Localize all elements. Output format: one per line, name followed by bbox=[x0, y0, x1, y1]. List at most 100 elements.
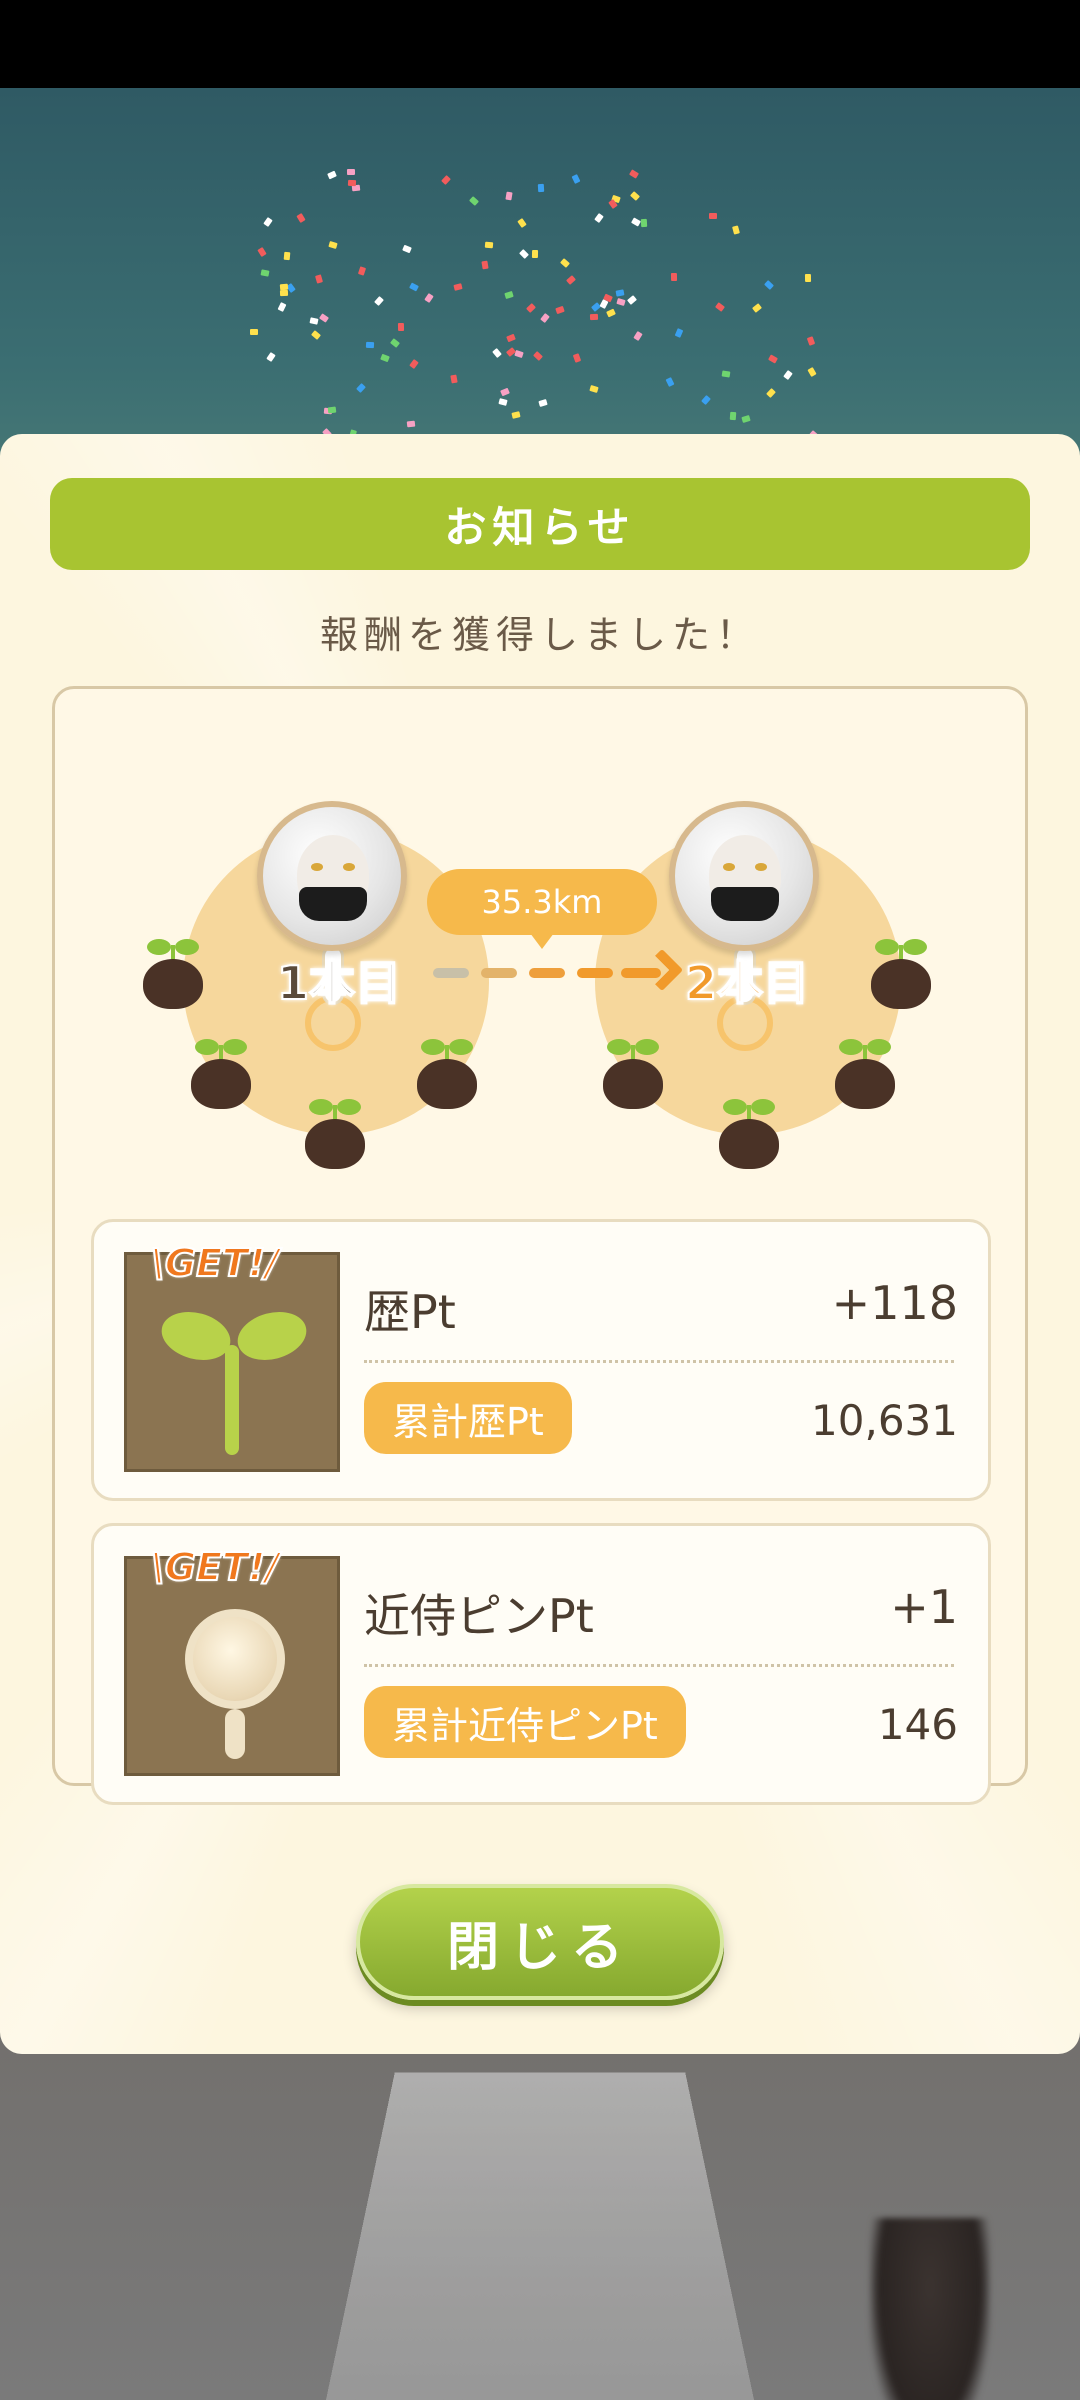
confetti-piece bbox=[708, 213, 717, 220]
confetti-piece bbox=[721, 370, 731, 378]
confetti-piece bbox=[752, 302, 763, 313]
confetti-piece bbox=[807, 367, 817, 377]
confetti-piece bbox=[615, 289, 625, 297]
confetti-piece bbox=[257, 246, 267, 257]
confetti-piece bbox=[279, 289, 289, 296]
confetti-piece bbox=[389, 338, 400, 349]
sprout-reward-icon: \GET!/ bbox=[124, 1240, 340, 1472]
confetti-piece bbox=[589, 385, 599, 394]
route-dash bbox=[433, 968, 469, 978]
route-progress: 1本目 2本目 35.3km bbox=[55, 689, 1031, 1189]
confetti-piece bbox=[266, 352, 276, 363]
confetti-piece bbox=[506, 333, 516, 343]
confetti-piece bbox=[327, 406, 337, 414]
confetti-piece bbox=[572, 353, 581, 363]
confetti-piece bbox=[326, 170, 337, 180]
sprout-icon bbox=[191, 1039, 251, 1109]
confetti-piece bbox=[731, 225, 740, 235]
confetti-piece bbox=[311, 329, 322, 340]
sprout-icon bbox=[871, 939, 931, 1009]
confetti-piece bbox=[537, 184, 544, 193]
confetti-piece bbox=[518, 248, 529, 259]
confetti-piece bbox=[767, 354, 778, 364]
confetti-piece bbox=[296, 213, 307, 224]
character-pin-2 bbox=[669, 801, 819, 951]
confetti-piece bbox=[511, 410, 521, 419]
confetti-piece bbox=[630, 191, 641, 202]
confetti-piece bbox=[409, 282, 420, 292]
route-label-from: 1本目 bbox=[276, 955, 402, 1011]
confetti-piece bbox=[409, 359, 420, 370]
confetti-piece bbox=[566, 275, 577, 285]
confetti-piece bbox=[450, 374, 458, 384]
confetti-piece bbox=[806, 335, 815, 346]
confetti-piece bbox=[373, 295, 384, 306]
confetti-piece bbox=[526, 302, 537, 313]
confetti-piece bbox=[309, 316, 319, 325]
confetti-piece bbox=[380, 353, 391, 362]
confetti-piece bbox=[279, 283, 288, 291]
confetti-piece bbox=[589, 313, 598, 320]
sprout-icon bbox=[417, 1039, 477, 1109]
sprout-icon bbox=[835, 1039, 895, 1109]
confetti-piece bbox=[782, 370, 793, 381]
confetti-piece bbox=[355, 383, 366, 393]
confetti-piece bbox=[765, 387, 776, 398]
confetti-piece bbox=[701, 394, 712, 405]
confetti-piece bbox=[440, 175, 451, 186]
divider bbox=[364, 1360, 954, 1363]
confetti-piece bbox=[406, 420, 416, 428]
confetti-piece bbox=[571, 174, 581, 184]
confetti-piece bbox=[560, 258, 571, 268]
confetti-piece bbox=[555, 305, 566, 315]
reward-value: +1 bbox=[890, 1580, 958, 1634]
reward-dialog: お知らせ 報酬を獲得しました！ 1本目 2本目 35.3km \GET!/ 歴P… bbox=[0, 434, 1080, 2054]
sprout-icon bbox=[719, 1099, 779, 1169]
confetti-piece bbox=[283, 251, 291, 260]
confetti-piece bbox=[804, 274, 812, 283]
confetti-piece bbox=[315, 274, 324, 284]
background-character bbox=[870, 2218, 990, 2400]
sprout-icon bbox=[603, 1039, 663, 1109]
route-dash bbox=[529, 968, 565, 978]
confetti-piece bbox=[499, 387, 510, 397]
close-button[interactable]: 閉じる bbox=[356, 1884, 724, 2000]
confetti-piece bbox=[453, 282, 463, 291]
confetti-piece bbox=[481, 260, 489, 270]
confetti-piece bbox=[714, 302, 725, 312]
confetti-piece bbox=[357, 266, 367, 277]
confetti-piece bbox=[627, 295, 638, 306]
confetti-piece bbox=[492, 347, 503, 358]
dialog-subtitle: 報酬を獲得しました！ bbox=[319, 613, 760, 657]
confetti-piece bbox=[540, 312, 551, 323]
confetti-piece bbox=[277, 302, 287, 312]
total-value: 10,631 bbox=[811, 1396, 958, 1445]
confetti-piece bbox=[633, 330, 643, 341]
total-label-badge: 累計近侍ピンPt bbox=[364, 1686, 686, 1758]
confetti-piece bbox=[402, 244, 412, 254]
confetti-piece bbox=[260, 269, 270, 277]
reward-card-pin-pt: \GET!/ 近侍ピンPt +1 累計近侍ピンPt 146 bbox=[91, 1523, 991, 1805]
dialog-title: お知らせ bbox=[50, 478, 1030, 570]
sprout-icon bbox=[143, 939, 203, 1009]
route-dash bbox=[481, 968, 517, 978]
reward-name: 近侍ピンPt bbox=[364, 1589, 594, 1643]
confetti-piece bbox=[671, 272, 678, 281]
confetti-piece bbox=[328, 240, 338, 249]
background-road bbox=[303, 2072, 777, 2400]
confetti-piece bbox=[729, 412, 737, 421]
confetti-piece bbox=[498, 398, 508, 407]
pin-reward-icon: \GET!/ bbox=[124, 1544, 340, 1776]
confetti-piece bbox=[533, 351, 544, 361]
confetti-piece bbox=[469, 195, 480, 206]
character-pin-1 bbox=[257, 801, 407, 951]
confetti-piece bbox=[665, 377, 675, 387]
status-bar bbox=[0, 0, 1080, 88]
confetti-piece bbox=[764, 279, 775, 290]
confetti-piece bbox=[484, 241, 494, 248]
confetti-piece bbox=[424, 293, 434, 304]
confetti-piece bbox=[631, 217, 642, 227]
confetti-piece bbox=[628, 168, 639, 179]
confetti-piece bbox=[319, 312, 330, 323]
reward-panel: 1本目 2本目 35.3km \GET!/ 歴Pt +118 累計歴Pt 10,… bbox=[52, 686, 1031, 1805]
